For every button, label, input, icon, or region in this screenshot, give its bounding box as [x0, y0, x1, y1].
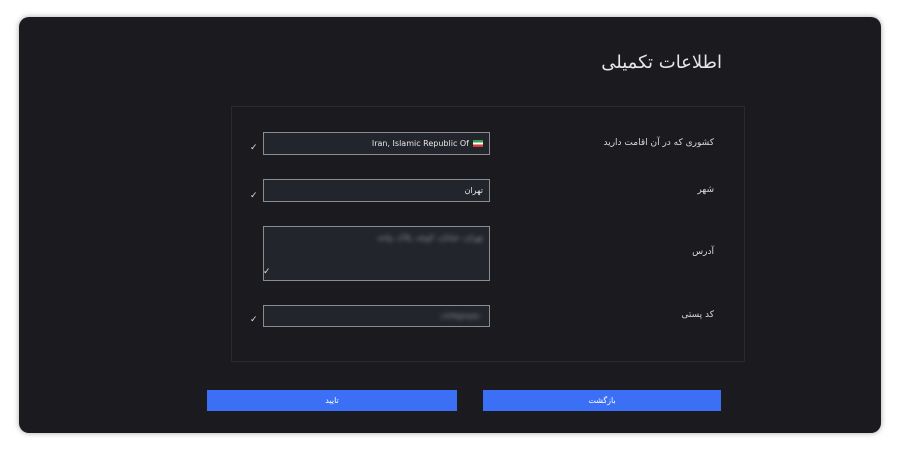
iran-flag-icon	[473, 140, 483, 147]
back-button[interactable]: بازگشت	[483, 390, 721, 411]
city-label: شهر	[697, 185, 714, 195]
country-label: کشوری که در آن اقامت دارید	[603, 138, 714, 148]
address-value: تهران، خیابان، کوچه، پلاک، واحد	[377, 233, 483, 242]
confirm-button[interactable]: تایید	[207, 390, 457, 411]
country-value: Iran, Islamic Republic Of	[371, 139, 469, 148]
address-label: آدرس	[692, 247, 714, 257]
page-title: اطلاعات تکمیلی	[601, 52, 722, 73]
checkmark-icon: ✓	[263, 267, 271, 277]
form-panel: کشوری که در آن اقامت دارید Iran, Islamic…	[231, 106, 745, 362]
country-select[interactable]: Iran, Islamic Republic Of	[263, 132, 490, 155]
city-input[interactable]: تهران	[263, 179, 490, 202]
postal-code-input[interactable]: ۱۲۳۴۵۶۷۸۹۰	[263, 305, 490, 327]
postal-code-label: کد پستی	[681, 310, 714, 320]
checkmark-icon: ✓	[250, 143, 258, 153]
postal-code-value: ۱۲۳۴۵۶۷۸۹۰	[440, 311, 483, 321]
form-window: اطلاعات تکمیلی کشوری که در آن اقامت داری…	[19, 17, 881, 433]
address-textarea[interactable]: تهران، خیابان، کوچه، پلاک، واحد	[263, 226, 490, 281]
city-value: تهران	[464, 186, 483, 195]
checkmark-icon: ✓	[250, 315, 258, 325]
checkmark-icon: ✓	[250, 191, 258, 201]
